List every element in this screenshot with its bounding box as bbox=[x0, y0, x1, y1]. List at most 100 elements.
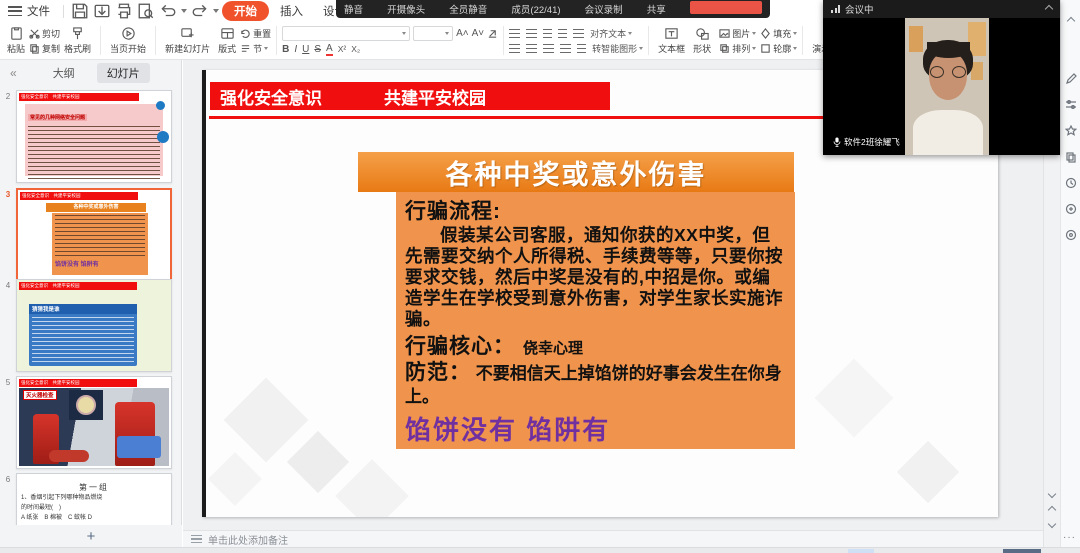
distribute-icon[interactable] bbox=[577, 44, 586, 53]
underline-button[interactable]: U bbox=[302, 44, 309, 55]
output-icon[interactable] bbox=[93, 3, 111, 19]
undo-icon[interactable] bbox=[159, 3, 177, 19]
video-feed-area[interactable]: 软件2班徐耀飞 bbox=[823, 18, 1060, 155]
outline-button[interactable]: 轮廓 bbox=[760, 42, 797, 55]
outline-icon bbox=[760, 43, 771, 54]
status-view-control[interactable] bbox=[1003, 549, 1041, 553]
smart-graphic-button[interactable]: 转智能图形 bbox=[592, 42, 643, 55]
meeting-end-button[interactable] bbox=[690, 1, 762, 14]
copy-button[interactable]: 复制 bbox=[29, 42, 60, 55]
superscript-button[interactable]: X² bbox=[338, 44, 347, 54]
shapes-button[interactable]: 形状 bbox=[689, 25, 715, 56]
status-zoom-control[interactable] bbox=[848, 549, 874, 553]
tab-outline[interactable]: 大纲 bbox=[43, 63, 85, 83]
thumbnail-row-3[interactable]: 3 强化安全意识 共建平安校园 各种中奖或意外伤害 馅饼没有 馅阱有 bbox=[0, 188, 172, 281]
italic-button[interactable]: I bbox=[294, 44, 297, 55]
text-box-icon bbox=[663, 26, 680, 41]
decor-dot bbox=[156, 101, 165, 110]
new-slide-button[interactable]: 新建幻灯片 bbox=[161, 25, 214, 56]
fraud-process-heading: 行骗流程: bbox=[405, 195, 787, 225]
next-slide-icon[interactable] bbox=[1046, 518, 1058, 530]
thumbnail-row-5[interactable]: 5 强化安全意识 共建平安校园 灭火器检查 bbox=[0, 376, 172, 469]
more-options-button[interactable]: ··· bbox=[1063, 532, 1076, 543]
meeting-record-button[interactable]: 会议录制 bbox=[585, 2, 623, 16]
slide-title-box[interactable]: 各种中奖或意外伤害 bbox=[358, 152, 794, 192]
history-clock-icon[interactable] bbox=[1064, 176, 1078, 190]
slide-4-thumbnail[interactable]: 强化安全意识 共建平安校园 猜猜我是谁 bbox=[16, 279, 172, 372]
undo-dropdown-caret[interactable] bbox=[181, 9, 187, 13]
justify-icon[interactable] bbox=[560, 44, 571, 53]
format-painter-button[interactable]: 格式刷 bbox=[60, 25, 95, 56]
decrease-indent-icon[interactable] bbox=[543, 29, 552, 38]
fire-extinguisher-photo: 灭火器检查 bbox=[19, 388, 169, 466]
text-box-button[interactable]: 文本框 bbox=[654, 25, 689, 56]
slide-layout-button[interactable]: 版式 bbox=[214, 25, 240, 56]
slide-2-thumbnail[interactable]: 强化安全意识 共建平安校园 常见的几种网络安全问题 bbox=[16, 90, 172, 183]
pages-icon[interactable] bbox=[1064, 150, 1078, 164]
slide-3-thumbnail-selected[interactable]: 强化安全意识 共建平安校园 各种中奖或意外伤害 馅饼没有 馅阱有 bbox=[16, 188, 172, 281]
meeting-mute-button[interactable]: 静音 bbox=[344, 2, 363, 16]
previous-slide-icon[interactable] bbox=[1046, 504, 1058, 516]
scroll-down-icon[interactable] bbox=[1046, 488, 1058, 500]
meeting-camera-button[interactable]: 开摄像头 bbox=[387, 2, 425, 16]
slide-header-banner[interactable]: 强化安全意识 共建平安校园 bbox=[210, 82, 610, 110]
slide-5-thumbnail[interactable]: 强化安全意识 共建平安校园 灭火器检查 bbox=[16, 376, 172, 469]
align-center-icon[interactable] bbox=[526, 44, 537, 53]
print-icon[interactable] bbox=[115, 3, 133, 19]
collapse-sidebar-icon[interactable] bbox=[1064, 14, 1078, 28]
align-left-icon[interactable] bbox=[509, 44, 520, 53]
slide-body-box[interactable]: 行骗流程: 假装某公司客服，通知你获的XX中奖，但先需要交纳个人所得税、手续费等… bbox=[396, 192, 795, 449]
main-menu-icon[interactable] bbox=[8, 6, 22, 16]
save-icon[interactable] bbox=[71, 3, 89, 19]
strikethrough-button[interactable]: S bbox=[314, 44, 321, 55]
insert-picture-button[interactable]: 图片 bbox=[719, 27, 756, 40]
subscript-button[interactable]: X₂ bbox=[351, 44, 360, 54]
add-slide-button[interactable]: + bbox=[87, 529, 96, 544]
arrange-button[interactable]: 排列 bbox=[719, 42, 756, 55]
decrease-font-icon[interactable]: A˅ bbox=[472, 28, 485, 39]
collapse-video-icon[interactable] bbox=[1045, 5, 1053, 13]
line-spacing-icon[interactable] bbox=[573, 29, 584, 38]
bold-button[interactable]: B bbox=[282, 44, 289, 55]
paste-button[interactable]: 粘贴 bbox=[3, 25, 29, 56]
notes-bar[interactable]: 单击此处添加备注 bbox=[183, 530, 1043, 547]
bullet-list-icon[interactable] bbox=[509, 29, 520, 38]
settings-sliders-icon[interactable] bbox=[1064, 98, 1078, 112]
theme-skin-icon[interactable] bbox=[1064, 228, 1078, 242]
fill-button[interactable]: 填充 bbox=[760, 27, 797, 40]
font-size-select[interactable] bbox=[413, 26, 453, 41]
video-panel-header[interactable]: 会议中 bbox=[823, 0, 1060, 18]
font-family-select[interactable] bbox=[282, 26, 410, 41]
align-right-icon[interactable] bbox=[543, 44, 554, 53]
slide-6-thumbnail[interactable]: 第一组 1、香烟引起下列哪种物品燃烧 的时间最短( ) A 纸张 B 棉被 C … bbox=[16, 473, 172, 525]
meeting-members-button[interactable]: 成员(22/41) bbox=[511, 2, 560, 16]
section-button[interactable]: 节 bbox=[240, 42, 271, 55]
video-conference-panel[interactable]: 会议中 软件2班徐耀飞 bbox=[823, 0, 1060, 155]
redo-icon[interactable] bbox=[191, 3, 209, 19]
quick-access-caret[interactable] bbox=[213, 9, 219, 13]
play-from-current-button[interactable]: 当页开始 bbox=[106, 25, 150, 56]
edit-pen-icon[interactable] bbox=[1064, 72, 1078, 86]
font-color-button[interactable]: A bbox=[326, 43, 333, 56]
tab-insert[interactable]: 插入 bbox=[271, 1, 312, 21]
thumbnail-row-2[interactable]: 2 强化安全意识 共建平安校园 常见的几种网络安全问题 bbox=[0, 90, 172, 183]
increase-indent-icon[interactable] bbox=[558, 29, 567, 38]
meeting-mute-all-button[interactable]: 全员静音 bbox=[449, 2, 487, 16]
file-menu[interactable]: 文件 bbox=[27, 3, 50, 19]
thumbnail-row-6[interactable]: 6 第一组 1、香烟引起下列哪种物品燃烧 的时间最短( ) A 纸张 B 棉被 … bbox=[0, 473, 172, 525]
increase-font-icon[interactable]: A˄ bbox=[456, 28, 469, 39]
reset-slide-button[interactable]: 重置 bbox=[240, 27, 271, 40]
meeting-share-button[interactable]: 共享 bbox=[647, 2, 666, 16]
numbered-list-icon[interactable] bbox=[526, 29, 537, 38]
star-icon[interactable] bbox=[1064, 124, 1078, 138]
print-preview-icon[interactable] bbox=[137, 3, 155, 19]
thumbnail-row-4[interactable]: 4 强化安全意识 共建平安校园 猜猜我是谁 bbox=[0, 279, 172, 372]
cut-button[interactable]: 剪切 bbox=[29, 27, 60, 40]
clear-format-icon[interactable] bbox=[487, 28, 498, 39]
align-text-button[interactable]: 对齐文本 bbox=[590, 27, 632, 40]
resource-icon[interactable] bbox=[1064, 202, 1078, 216]
tab-home[interactable]: 开始 bbox=[222, 1, 269, 21]
participant-name-tag: 软件2班徐耀飞 bbox=[828, 134, 905, 150]
tab-slides[interactable]: 幻灯片 bbox=[97, 63, 150, 83]
collapse-panel-icon[interactable]: « bbox=[10, 66, 17, 80]
